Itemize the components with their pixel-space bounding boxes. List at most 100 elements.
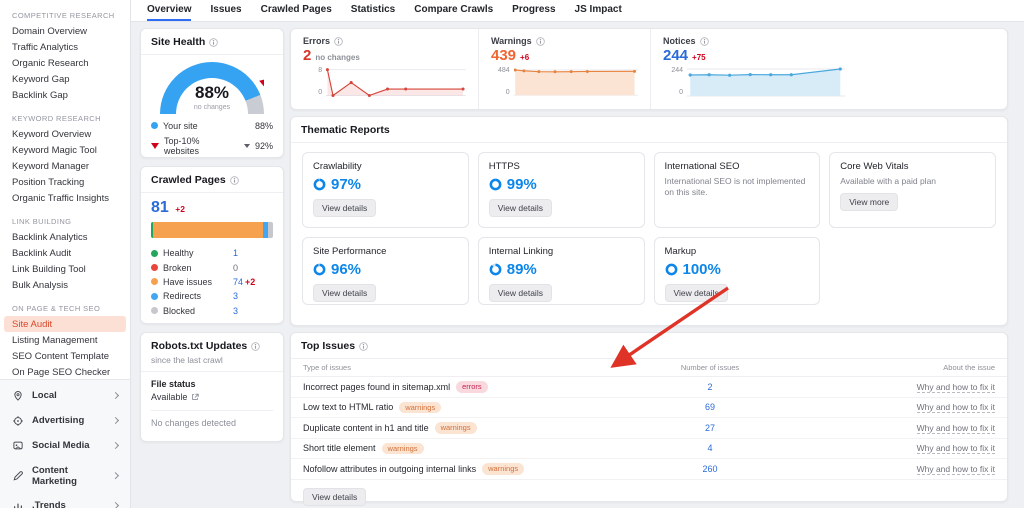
tab[interactable]: Crawled Pages (261, 0, 332, 21)
thematic-grid-row2: Site Performance 96% View details Intern… (291, 228, 1007, 305)
sidebar-section-label: COMPETITIVE RESEARCH (12, 11, 115, 20)
info-icon[interactable] (535, 36, 545, 46)
thematic-report-card: Crawlability 97% View details (302, 152, 469, 228)
sidebar-item[interactable]: Link Building Tool (0, 261, 130, 277)
info-icon[interactable] (229, 175, 239, 185)
issue-title: Incorrect pages found in sitemap.xml (303, 381, 451, 392)
sidebar-item-social-media[interactable]: Social Media (0, 433, 130, 458)
sidebar-item[interactable]: Site Audit (4, 316, 126, 332)
tab[interactable]: Issues (210, 0, 241, 21)
y-axis-min-label: 0 (318, 89, 323, 96)
metric-name: Warnings (491, 36, 532, 46)
why-how-to-fix-link[interactable]: Why and how to fix it (916, 463, 995, 475)
robots-note: No changes detected (151, 418, 237, 428)
why-how-to-fix-link[interactable]: Why and how to fix it (916, 422, 995, 434)
view-details-button[interactable]: View details (313, 284, 377, 302)
sidebar-item[interactable]: Backlink Gap (0, 87, 130, 103)
thematic-score: 99% (506, 176, 537, 193)
location-pin-icon (14, 390, 22, 401)
crawled-pages-stacked-bar (151, 222, 273, 238)
view-details-button[interactable]: View details (303, 487, 367, 506)
sidebar-item[interactable]: Listing Management (0, 332, 130, 348)
sidebar-item[interactable]: Position Tracking (0, 174, 130, 190)
metric-value[interactable]: 439 (491, 47, 516, 64)
sidebar-item[interactable]: Traffic Analytics (0, 39, 130, 55)
chevron-down-icon[interactable] (243, 143, 250, 148)
info-icon[interactable] (209, 37, 219, 47)
severity-badge: errors (456, 381, 488, 393)
bar-chart-icon (14, 503, 22, 508)
sidebar-item-content-marketing[interactable]: Content Marketing (0, 458, 130, 493)
sidebar-item-advertising[interactable]: Advertising (0, 408, 130, 433)
sidebar-item[interactable]: SEO Content Template (0, 348, 130, 364)
view-details-button[interactable]: View more (840, 193, 899, 212)
metric-value[interactable]: 244 (663, 47, 688, 64)
why-how-to-fix-link[interactable]: Why and how to fix it (916, 381, 995, 393)
donut-progress-icon (665, 263, 677, 276)
sidebar-item[interactable]: Keyword Overview (0, 126, 130, 142)
sidebar-item[interactable]: Keyword Manager (0, 158, 130, 174)
sidebar-item[interactable]: Backlink Analytics (0, 229, 130, 245)
issue-count-link[interactable]: 260 (702, 464, 717, 474)
legend-label: Have issues (163, 276, 213, 287)
legend-count-link[interactable]: 1 (233, 248, 238, 258)
issue-count-link[interactable]: 2 (707, 382, 712, 392)
sidebar-item[interactable]: Organic Traffic Insights (0, 190, 130, 206)
info-icon[interactable] (251, 341, 261, 351)
view-details-button[interactable]: View details (488, 199, 552, 217)
tab[interactable]: Statistics (351, 0, 395, 21)
sidebar-item-trends[interactable]: .Trends (0, 493, 130, 508)
sidebar-item[interactable]: Bulk Analysis (0, 277, 130, 293)
metric-change: no changes (315, 53, 360, 62)
sidebar-item[interactable]: On Page SEO Checker (0, 364, 130, 380)
sidebar-item-label: Advertising (32, 415, 85, 426)
info-icon[interactable] (699, 36, 709, 46)
view-details-button[interactable]: View details (313, 199, 377, 217)
issue-count-link[interactable]: 69 (705, 402, 715, 412)
sidebar-item[interactable]: Domain Overview (0, 23, 130, 39)
sidebar-item-local[interactable]: Local (0, 383, 130, 408)
site-health-value: 88% (194, 83, 230, 102)
metric-name: Errors (303, 36, 331, 46)
sidebar-item[interactable]: Keyword Gap (0, 71, 130, 87)
sidebar-item[interactable]: Backlink Audit (0, 245, 130, 261)
tab[interactable]: Overview (147, 0, 192, 21)
thematic-title: Core Web Vitals (840, 161, 909, 172)
why-how-to-fix-link[interactable]: Why and how to fix it (916, 443, 995, 455)
legend-label: Healthy (163, 248, 194, 259)
sidebar-item[interactable]: Keyword Magic Tool (0, 142, 130, 158)
legend-count-link[interactable]: 3 (233, 306, 238, 316)
legend-row: Broken 0 (151, 260, 273, 274)
info-icon[interactable] (334, 36, 343, 46)
view-details-button[interactable]: View details (664, 284, 728, 302)
tab[interactable]: JS Impact (575, 0, 622, 21)
severity-badge: warnings (434, 422, 477, 434)
file-status-link[interactable]: Available (151, 392, 273, 402)
legend-count-link[interactable]: 0 (233, 263, 238, 273)
crawled-pages-total[interactable]: 81 (151, 199, 169, 216)
chevron-right-icon (111, 391, 120, 400)
card-title: Robots.txt Updates (151, 340, 248, 352)
thematic-score: 97% (331, 176, 362, 193)
thematic-report-card: Core Web Vitals Available with a paid pl… (829, 152, 996, 228)
issue-count-link[interactable]: 4 (707, 443, 712, 453)
divider (151, 410, 273, 411)
tab[interactable]: Progress (512, 0, 555, 21)
card-title: Site Health (151, 36, 206, 48)
metric-sparkline-chart (513, 68, 638, 96)
tab[interactable]: Compare Crawls (414, 0, 493, 21)
legend-count-link[interactable]: 3 (233, 291, 238, 301)
legend-count-link[interactable]: 74 (233, 277, 243, 287)
metric-section: Warnings 439 +6 484 0 (479, 29, 651, 109)
sidebar-section-keyword-research: KEYWORD RESEARCH Keyword Overview Keywor… (0, 103, 130, 206)
section-title: Top Issues (301, 340, 356, 352)
issue-count-link[interactable]: 27 (705, 423, 715, 433)
legend-row: Redirects 3 (151, 289, 273, 303)
sidebar-item[interactable]: Organic Research (0, 55, 130, 71)
metric-value[interactable]: 2 (303, 47, 311, 64)
why-how-to-fix-link[interactable]: Why and how to fix it (916, 402, 995, 414)
info-icon[interactable] (359, 341, 368, 351)
view-details-button[interactable]: View details (488, 284, 552, 302)
red-triangle-icon (151, 142, 159, 149)
legend-label: Redirects (163, 291, 202, 302)
